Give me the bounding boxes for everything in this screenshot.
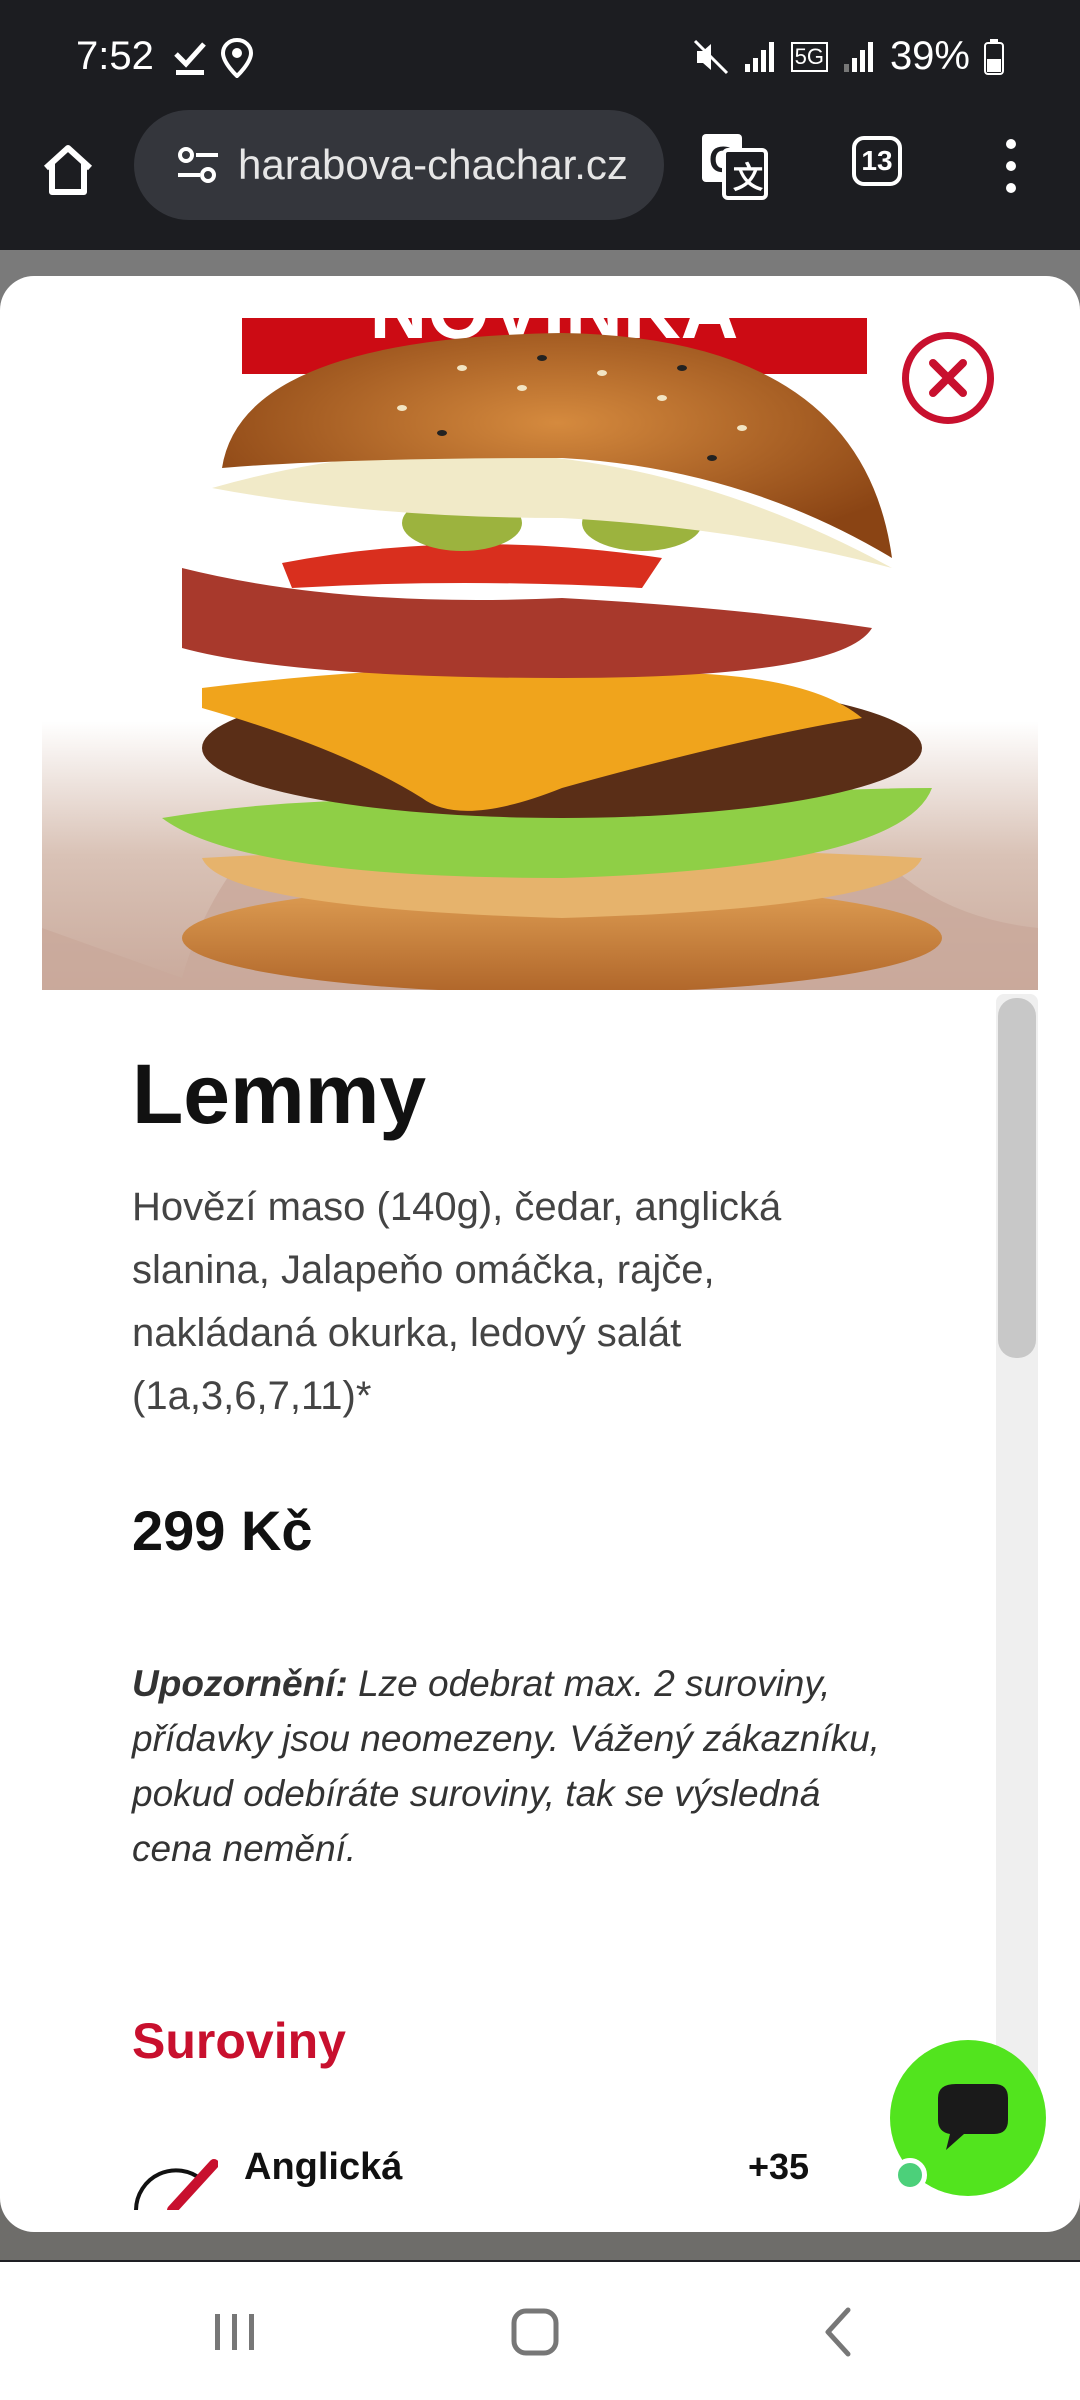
check-icon	[174, 42, 206, 75]
svg-text:文: 文	[733, 161, 763, 195]
notice-label: Upozornění:	[132, 1663, 348, 1704]
signal-icon	[744, 41, 774, 72]
ingredient-add-price: +35	[748, 2146, 810, 2187]
signal-icon-2	[843, 41, 873, 72]
product-image: NOVINKA	[42, 318, 1038, 990]
browser-toolbar: harabova-chachar.cz G 文 13	[0, 110, 1080, 250]
ingredient-name: Anglická	[244, 2146, 403, 2188]
scroll-thumb[interactable]	[998, 998, 1036, 1358]
tab-switcher-button[interactable]: 13	[852, 136, 902, 186]
ingredient-toggle-icon[interactable]	[132, 2150, 218, 2210]
home-nav-icon[interactable]	[505, 2302, 565, 2362]
battery-percent: 39%	[889, 34, 970, 78]
battery-icon	[984, 38, 1004, 75]
back-icon[interactable]	[810, 2302, 870, 2362]
close-button[interactable]	[902, 332, 994, 424]
burger-illustration: NOVINKA	[42, 318, 1038, 990]
translate-icon[interactable]: G 文	[700, 132, 768, 200]
site-settings-icon[interactable]	[176, 143, 220, 187]
ingredients-title: Suroviny	[132, 2013, 346, 2069]
recent-apps-icon[interactable]	[205, 2302, 265, 2362]
online-status-dot	[893, 2158, 927, 2192]
ingredient-row: Anglická +35	[132, 2146, 892, 2210]
location-icon	[220, 38, 254, 78]
home-icon[interactable]	[38, 140, 98, 200]
url-bar[interactable]: harabova-chachar.cz	[134, 110, 664, 220]
product-price: 299 Kč	[132, 1499, 313, 1562]
mute-icon	[693, 39, 728, 74]
product-title: Lemmy	[132, 1047, 427, 1141]
system-navigation-bar	[0, 2262, 1080, 2400]
close-icon[interactable]	[923, 353, 973, 403]
notice-text: Upozornění: Lze odebrat max. 2 suroviny,…	[132, 1656, 892, 1876]
product-description: Hovězí maso (140g), čedar, anglická slan…	[132, 1185, 782, 1418]
modal-scrollbar[interactable]	[996, 994, 1038, 2160]
more-menu-icon[interactable]	[996, 136, 1026, 196]
product-modal: NOVINKA	[0, 276, 1080, 2232]
status-bar: 7:52 5G 39%	[0, 0, 1080, 120]
network-type: 5G	[790, 41, 828, 72]
url-text[interactable]: harabova-chachar.cz	[238, 141, 628, 189]
status-time: 7:52	[76, 34, 154, 78]
